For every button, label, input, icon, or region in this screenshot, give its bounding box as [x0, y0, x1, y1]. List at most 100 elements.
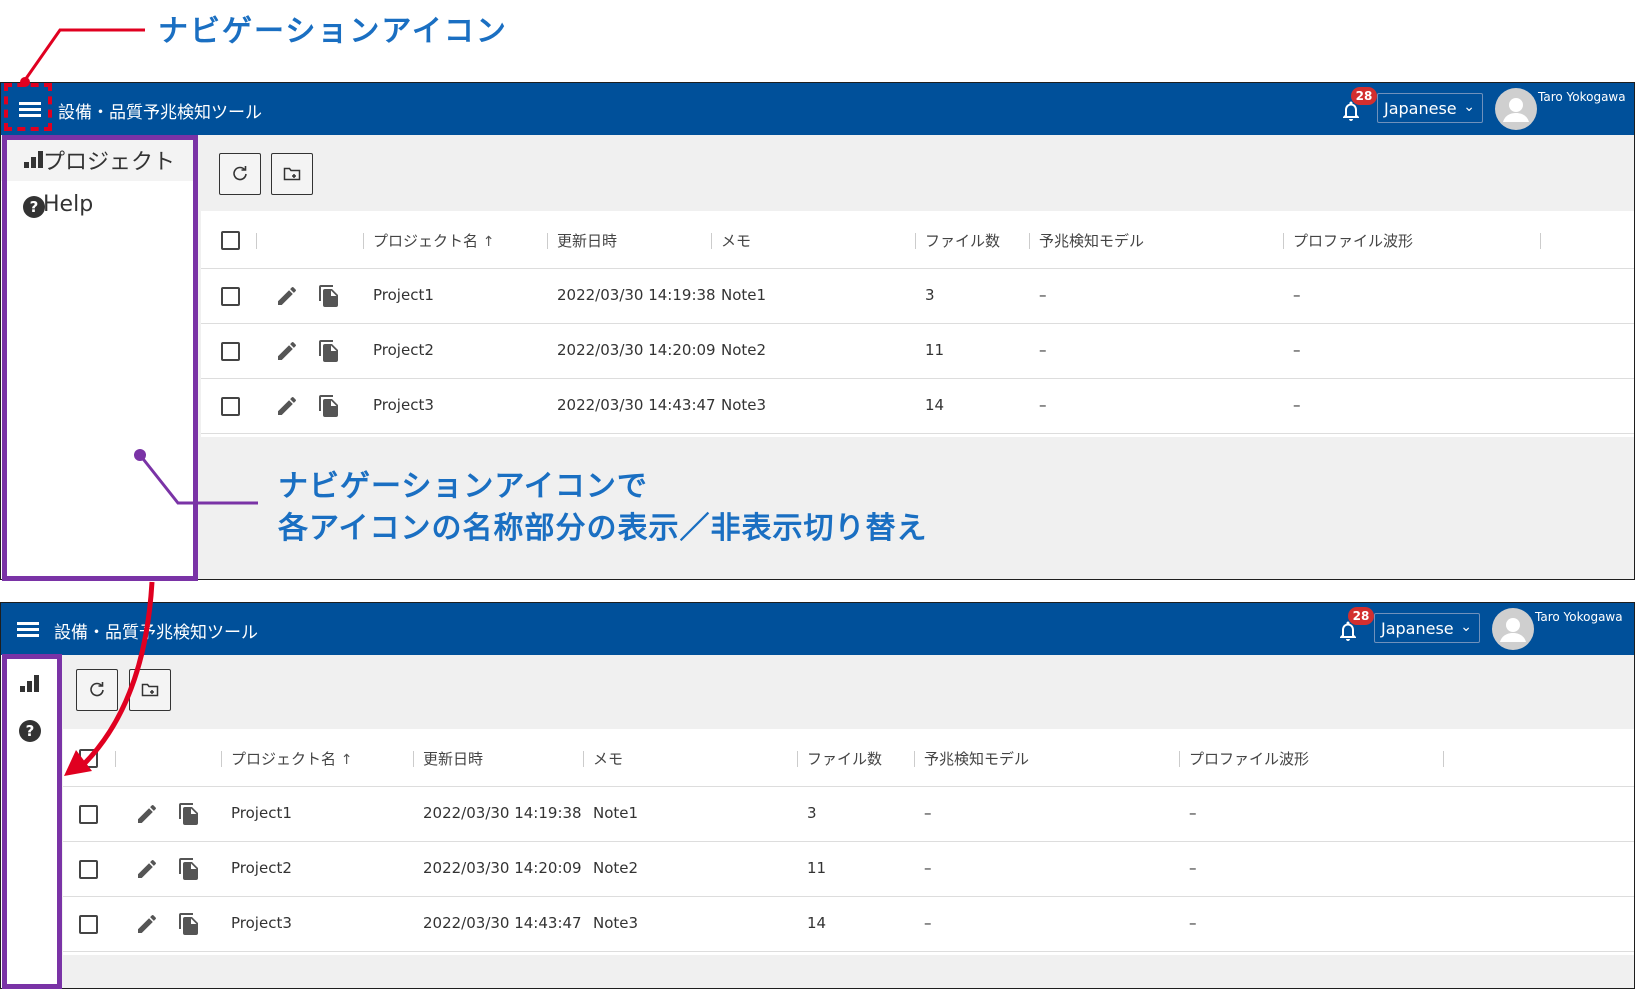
- table-row[interactable]: Project1 2022/03/30 14:19:38 Note1 3 – –: [63, 787, 1634, 842]
- app-title: 設備・品質予兆検知ツール: [54, 623, 258, 643]
- app-header: 設備・品質予兆検知ツール 28 Japanese ⌄ Taro Yokogawa: [1, 603, 1634, 655]
- language-select[interactable]: Japanese ⌄: [1377, 93, 1483, 123]
- row-checkbox[interactable]: [221, 287, 240, 306]
- screen-collapsed: 設備・品質予兆検知ツール 28 Japanese ⌄ Taro Yokogawa…: [0, 602, 1635, 989]
- column-separator: [583, 751, 584, 767]
- edit-icon[interactable]: [275, 394, 299, 418]
- cell-model: –: [1039, 396, 1047, 414]
- cell-file-count: 14: [925, 396, 945, 414]
- column-header-profile[interactable]: プロファイル波形: [1189, 748, 1309, 769]
- row-checkbox[interactable]: [221, 397, 240, 416]
- column-separator: [1443, 751, 1444, 767]
- column-label: プロジェクト名: [231, 750, 337, 768]
- chevron-down-icon: ⌄: [1463, 99, 1475, 115]
- cell-model: –: [924, 859, 932, 877]
- row-checkbox[interactable]: [221, 342, 240, 361]
- column-header-project-name[interactable]: プロジェクト名 ↑: [373, 230, 495, 251]
- avatar[interactable]: [1492, 608, 1534, 650]
- language-select[interactable]: Japanese ⌄: [1374, 613, 1480, 643]
- table-row[interactable]: Project1 2022/03/30 14:19:38 Note1 3 – –: [201, 269, 1634, 324]
- copy-icon[interactable]: [177, 802, 201, 826]
- cell-model: –: [924, 804, 932, 822]
- column-separator: [256, 233, 257, 249]
- row-checkbox[interactable]: [79, 805, 98, 824]
- edit-icon[interactable]: [135, 857, 159, 881]
- table-row[interactable]: Project3 2022/03/30 14:43:47 Note3 14 – …: [201, 379, 1634, 434]
- copy-icon[interactable]: [177, 912, 201, 936]
- user-name: Taro Yokogawa: [1535, 610, 1623, 624]
- copy-icon[interactable]: [317, 339, 341, 363]
- cell-model: –: [1039, 341, 1047, 359]
- new-folder-button[interactable]: [129, 669, 171, 711]
- edit-icon[interactable]: [135, 802, 159, 826]
- table-header: プロジェクト名 ↑ 更新日時 メモ ファイル数 予兆検知モデル プロファイル波形: [201, 211, 1634, 269]
- cell-memo: Note3: [593, 914, 639, 932]
- edit-icon[interactable]: [135, 912, 159, 936]
- callout-description-line2: 各アイコンの名称部分の表示／非表示切り替え: [278, 511, 928, 546]
- avatar[interactable]: [1495, 88, 1537, 130]
- column-header-project-name[interactable]: プロジェクト名 ↑: [231, 748, 353, 769]
- notification-badge: 28: [1348, 607, 1374, 625]
- cell-model: –: [1039, 286, 1047, 304]
- project-table: プロジェクト名 ↑ 更新日時 メモ ファイル数 予兆検知モデル プロファイル波形…: [63, 729, 1634, 955]
- column-header-updated[interactable]: 更新日時: [557, 230, 617, 251]
- row-checkbox[interactable]: [79, 915, 98, 934]
- refresh-button[interactable]: [219, 153, 261, 195]
- cell-model: –: [924, 914, 932, 932]
- menu-icon-highlight-box: [4, 83, 52, 131]
- new-folder-button[interactable]: [271, 153, 313, 195]
- column-header-profile[interactable]: プロファイル波形: [1293, 230, 1413, 251]
- cell-updated: 2022/03/30 14:43:47: [557, 396, 716, 414]
- column-separator: [1179, 751, 1180, 767]
- project-table: プロジェクト名 ↑ 更新日時 メモ ファイル数 予兆検知モデル プロファイル波形…: [201, 211, 1634, 437]
- select-all-checkbox[interactable]: [221, 231, 240, 250]
- column-header-file-count[interactable]: ファイル数: [925, 230, 1000, 251]
- cell-memo: Note3: [721, 396, 767, 414]
- column-separator: [797, 751, 798, 767]
- cell-updated: 2022/03/30 14:20:09: [557, 341, 716, 359]
- column-separator: [711, 233, 712, 249]
- copy-icon[interactable]: [317, 284, 341, 308]
- cell-profile: –: [1189, 859, 1197, 877]
- select-all-checkbox[interactable]: [79, 749, 98, 768]
- column-header-file-count[interactable]: ファイル数: [807, 748, 882, 769]
- cell-file-count: 11: [925, 341, 945, 359]
- cell-profile: –: [1293, 286, 1301, 304]
- table-header: プロジェクト名 ↑ 更新日時 メモ ファイル数 予兆検知モデル プロファイル波形: [63, 729, 1634, 787]
- edit-icon[interactable]: [275, 284, 299, 308]
- column-separator: [115, 751, 116, 767]
- column-header-memo[interactable]: メモ: [593, 748, 623, 769]
- column-header-memo[interactable]: メモ: [721, 230, 751, 251]
- cell-profile: –: [1293, 341, 1301, 359]
- table-row[interactable]: Project3 2022/03/30 14:43:47 Note3 14 – …: [63, 897, 1634, 952]
- cell-project-name: Project1: [231, 804, 292, 822]
- cell-updated: 2022/03/30 14:19:38: [423, 804, 582, 822]
- copy-icon[interactable]: [177, 857, 201, 881]
- column-separator: [1283, 233, 1284, 249]
- cell-profile: –: [1189, 804, 1197, 822]
- copy-icon[interactable]: [317, 394, 341, 418]
- column-separator: [1029, 233, 1030, 249]
- chevron-down-icon: ⌄: [1460, 619, 1472, 635]
- cell-project-name: Project2: [231, 859, 292, 877]
- callout-description: ナビゲーションアイコンで 各アイコンの名称部分の表示／非表示切り替え: [278, 466, 928, 550]
- table-row[interactable]: Project2 2022/03/30 14:20:09 Note2 11 – …: [201, 324, 1634, 379]
- cell-updated: 2022/03/30 14:19:38: [557, 286, 716, 304]
- app-title: 設備・品質予兆検知ツール: [58, 103, 262, 123]
- new-folder-icon: [283, 167, 301, 181]
- cell-profile: –: [1189, 914, 1197, 932]
- sidebar-highlight-box: [2, 135, 198, 581]
- column-separator: [914, 751, 915, 767]
- edit-icon[interactable]: [275, 339, 299, 363]
- hamburger-menu-icon[interactable]: [17, 619, 41, 639]
- column-header-model[interactable]: 予兆検知モデル: [1039, 230, 1144, 251]
- language-value: Japanese: [1381, 619, 1454, 638]
- row-checkbox[interactable]: [79, 860, 98, 879]
- column-header-model[interactable]: 予兆検知モデル: [924, 748, 1029, 769]
- refresh-button[interactable]: [76, 669, 118, 711]
- cell-file-count: 3: [925, 286, 935, 304]
- table-row[interactable]: Project2 2022/03/30 14:20:09 Note2 11 – …: [63, 842, 1634, 897]
- column-header-updated[interactable]: 更新日時: [423, 748, 483, 769]
- cell-memo: Note1: [593, 804, 639, 822]
- cell-profile: –: [1293, 396, 1301, 414]
